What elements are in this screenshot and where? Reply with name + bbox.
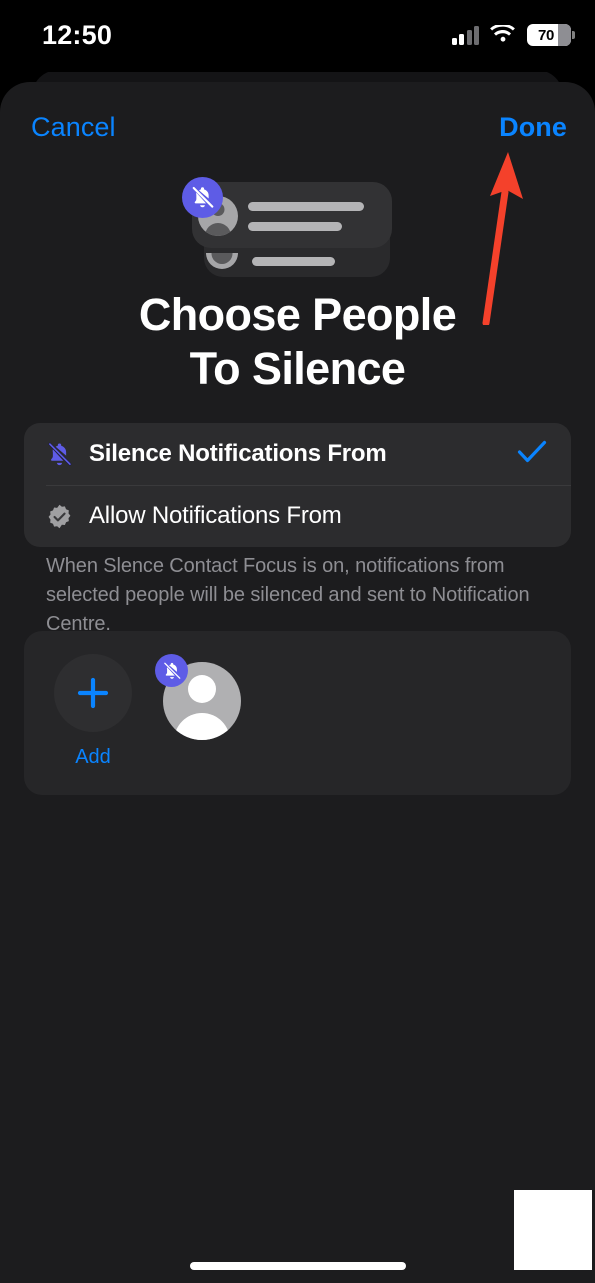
page-title-line-2: To Silence [189, 343, 406, 394]
option-allow-notifications-from[interactable]: Allow Notifications From [24, 485, 571, 547]
wifi-icon [490, 25, 515, 42]
list-item[interactable] [155, 654, 241, 740]
option-label: Silence Notifications From [89, 440, 387, 467]
bell-slash-icon [181, 177, 223, 218]
option-label: Allow Notifications From [89, 502, 342, 529]
add-person-label: Add [75, 746, 111, 768]
bell-slash-icon [46, 441, 77, 468]
battery-icon: 70 [527, 24, 575, 46]
footnote-text: When Slence Contact Focus is on, notific… [46, 555, 530, 635]
checkmark-seal-icon [46, 503, 77, 530]
cancel-button[interactable]: Cancel [31, 112, 116, 143]
status-bar-indicators: 70 [451, 24, 575, 46]
checkmark-icon [517, 440, 547, 469]
done-button[interactable]: Done [499, 112, 567, 143]
plus-icon [54, 654, 132, 732]
status-bar: 12:50 70 [0, 0, 595, 72]
hero-text-line [247, 202, 364, 211]
hero-text-line [251, 257, 335, 266]
option-silence-notifications-from[interactable]: Silence Notifications From [24, 423, 571, 485]
cellular-signal-icon [451, 25, 479, 45]
add-person-button[interactable]: Add [54, 654, 132, 769]
hero-text-line [247, 222, 342, 231]
status-bar-time: 12:50 [42, 20, 113, 50]
notification-mode-options: Silence Notifications From Allow Notific… [24, 423, 571, 547]
battery-percent: 70 [537, 26, 555, 44]
selected-people-card: Add [24, 631, 571, 795]
annotation-arrow-icon [482, 152, 523, 325]
corner-overlay-block [514, 1190, 592, 1270]
home-indicator [189, 1262, 406, 1270]
bell-slash-icon [155, 654, 188, 687]
